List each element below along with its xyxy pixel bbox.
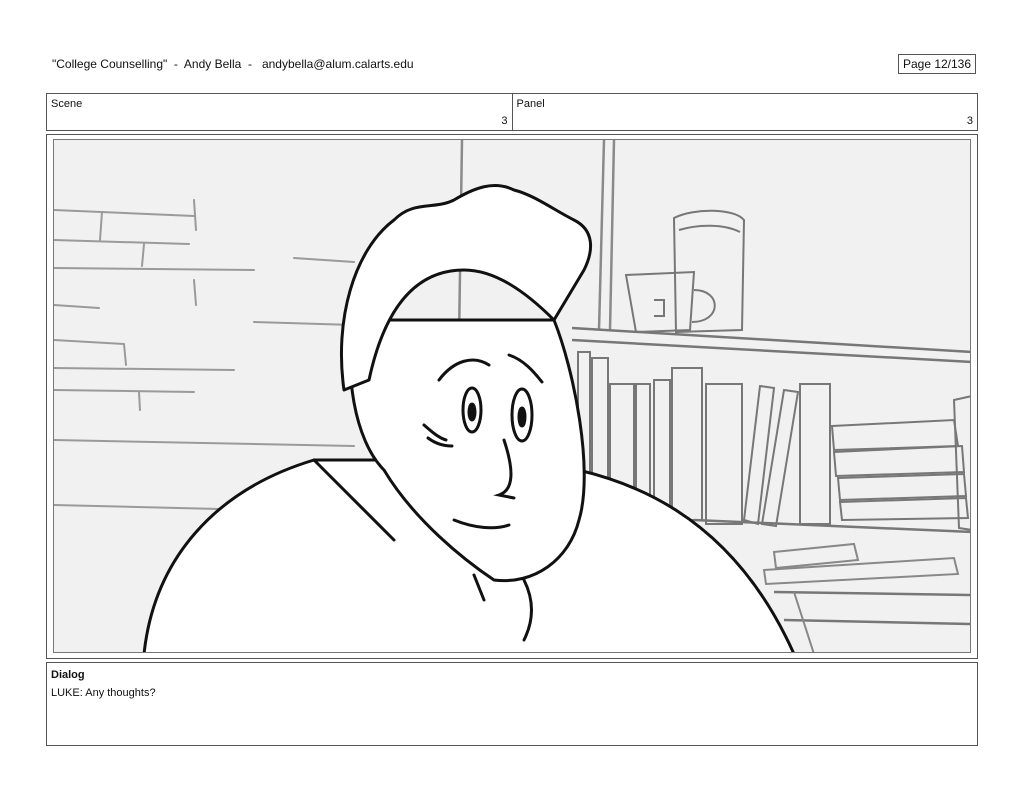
scene-number: 3 [501,115,508,127]
storyboard-drawing [53,139,971,653]
page-number-box: Page 12/136 [898,54,976,74]
dialog-line: LUKE: Any thoughts? [51,687,156,699]
scene-cell: Scene 3 [47,94,512,130]
jar [672,209,746,334]
panel-cell: Panel 3 [511,94,978,130]
panel-label: Panel [516,98,545,110]
scene-label: Scene [51,98,83,110]
scene-panel-row: Scene 3 Panel 3 [46,93,978,131]
dialog-box: Dialog LUKE: Any thoughts? [46,662,978,746]
panel-number: 3 [966,115,973,127]
dialog-title: Dialog [51,669,85,681]
storyboard-frame [46,134,978,659]
papers-stack [762,542,960,652]
page-number: Page 12/136 [902,57,972,71]
sketch-illustration [54,140,970,652]
mug [624,270,716,334]
document-header: "College Counselling" - Andy Bella - and… [52,57,414,71]
